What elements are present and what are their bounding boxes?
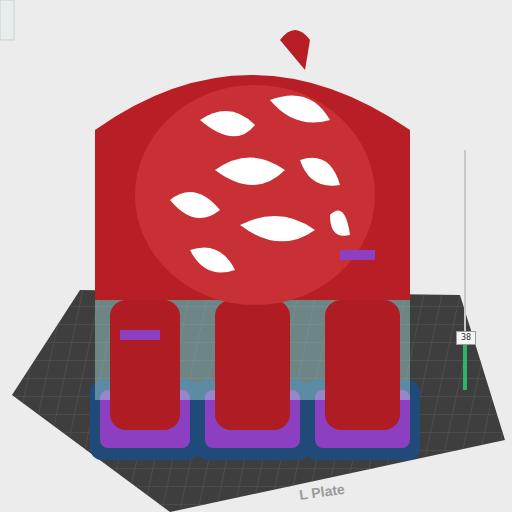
corner-panel bbox=[0, 0, 14, 40]
model-hole bbox=[240, 216, 315, 241]
support-patch bbox=[340, 250, 375, 260]
build-plate bbox=[12, 290, 505, 512]
slicer-preview: L Plate 38 bbox=[0, 0, 512, 512]
plate-grid bbox=[12, 290, 505, 512]
slider-handle[interactable]: 38 bbox=[456, 331, 476, 345]
model-hole bbox=[270, 96, 330, 123]
model-hole bbox=[330, 211, 350, 236]
layer-slider[interactable]: 38 bbox=[458, 0, 472, 512]
support-patch bbox=[120, 330, 160, 340]
model-hole bbox=[300, 158, 340, 186]
model-tip bbox=[280, 30, 310, 70]
model-leg bbox=[325, 300, 400, 430]
model-leg bbox=[110, 300, 180, 430]
model-hole bbox=[190, 248, 235, 273]
model-leg bbox=[215, 300, 290, 430]
model-hole bbox=[170, 192, 220, 218]
model-hole bbox=[215, 158, 285, 186]
model-ring bbox=[135, 85, 375, 305]
model-hole bbox=[200, 111, 255, 136]
model[interactable] bbox=[90, 30, 420, 460]
viewport-3d[interactable]: L Plate bbox=[0, 0, 512, 512]
layer-reading: 38 bbox=[461, 334, 471, 342]
plate-label: L Plate bbox=[298, 481, 346, 503]
